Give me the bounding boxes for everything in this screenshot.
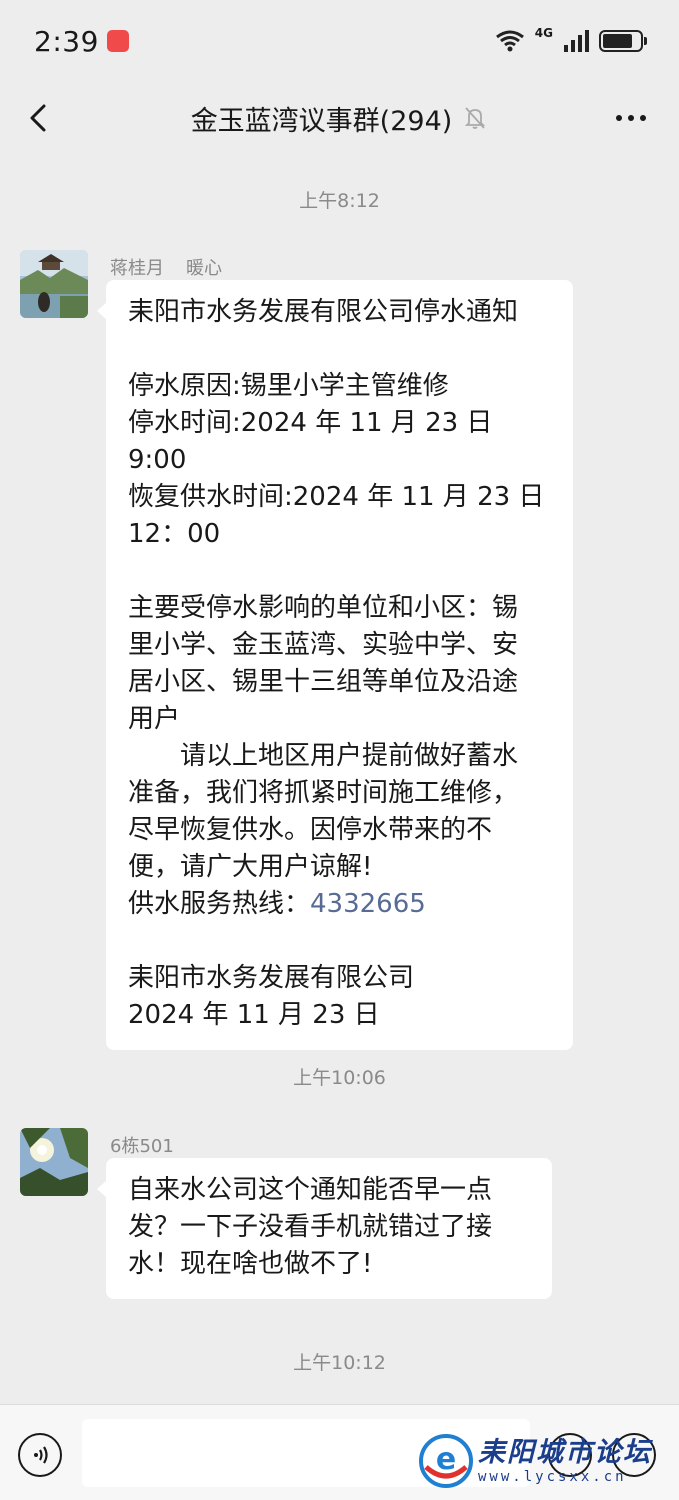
header-title-wrap: 金玉蓝湾议事群(294) [191, 99, 489, 138]
message-line: 尽早恢复供水。因停水带来的不 [128, 815, 493, 845]
watermark-logo: e 耒阳城市论坛 www.lycsxx.cn [418, 1428, 668, 1494]
message-line: 耒阳市水务发展有限公司停水通知 [128, 297, 519, 327]
message-timestamp: 上午10:06 [293, 1067, 386, 1089]
watermark-text: 耒阳城市论坛 www.lycsxx.cn [478, 1439, 652, 1484]
message-line: 里小学、金玉蓝湾、实验中学、安 [128, 630, 519, 660]
message-line: 主要受停水影响的单位和小区：锡 [128, 593, 519, 623]
voice-icon [34, 1446, 48, 1464]
hotline-label: 供水服务热线： [128, 889, 311, 919]
more-icon [616, 115, 622, 121]
message-line: 自来水公司这个通知能否早一点 [128, 1175, 493, 1205]
svg-text:e: e [436, 1442, 456, 1477]
back-arrow-icon[interactable] [22, 100, 58, 136]
message-line: 发？一下子没看手机就错过了接 [128, 1212, 493, 1242]
voice-input-button[interactable] [18, 1433, 62, 1477]
chat-header: 金玉蓝湾议事群(294) [0, 82, 679, 154]
status-right: 4G [495, 26, 647, 53]
message-line: 12：00 [128, 519, 221, 549]
mute-bell-icon [465, 107, 486, 129]
message-bubble[interactable]: 耒阳市水务发展有限公司停水通知 停水原因:锡里小学主管维修 停水时间:2024 … [97, 280, 573, 1050]
signal-icon [564, 30, 589, 52]
message-line: 停水原因:锡里小学主管维修 [128, 371, 449, 401]
app-notification-icon [106, 30, 129, 52]
more-icon-dot [628, 115, 634, 121]
message-line: 准备，我们将抓紧时间施工维修， [128, 778, 519, 808]
message-line: 用户 [128, 704, 181, 734]
signature-line: 耒阳市水务发展有限公司 [128, 963, 415, 993]
avatar[interactable] [20, 250, 88, 318]
status-left: 2:39 [34, 25, 129, 58]
avatar-sky-tree-image [20, 1128, 88, 1196]
message-line: 便，请广大用户谅解! [128, 852, 373, 882]
avatar[interactable] [20, 1128, 88, 1196]
watermark-url: www.lycsxx.cn [478, 1468, 627, 1485]
message-line: 居小区、锡里十三组等单位及沿途 [128, 667, 519, 697]
network-type: 4G [534, 26, 553, 40]
message-line: 水！现在啥也做不了! [128, 1249, 373, 1279]
forum-logo-icon: e [419, 1434, 473, 1488]
sender-label: 蒋桂月 暖心 [110, 254, 222, 280]
sender-name: 蒋桂月 [110, 258, 164, 279]
sender-name: 6栋501 [110, 1136, 174, 1157]
sender-note: 暖心 [186, 258, 222, 279]
chat-title: 金玉蓝湾议事群(294) [190, 105, 453, 137]
signature-line: 2024 年 11 月 23 日 [128, 1000, 380, 1030]
message-line: 停水时间:2024 年 11 月 23 日 9:00 [128, 408, 501, 475]
watermark-title: 耒阳城市论坛 [478, 1436, 652, 1468]
message-bubble[interactable]: 自来水公司这个通知能否早一点 发？一下子没看手机就错过了接 水！现在啥也做不了! [97, 1158, 552, 1299]
status-bar: 2:39 4G [0, 0, 679, 82]
more-icon-dot [640, 115, 646, 121]
message-line: 请以上地区用户提前做好蓄水 [128, 741, 519, 771]
more-options-button[interactable] [611, 104, 651, 132]
message-timestamp: 上午10:12 [293, 1352, 386, 1374]
battery-icon [599, 30, 647, 52]
message-line: 恢复供水时间:2024 年 11 月 23 日 [128, 482, 545, 512]
avatar-landscape-image [20, 250, 88, 318]
hotline-line: 供水服务热线：4332665 [128, 886, 553, 923]
status-time: 2:39 [34, 24, 99, 58]
wifi-icon [495, 30, 524, 52]
sender-label: 6栋501 [110, 1132, 174, 1158]
message-timestamp: 上午8:12 [299, 190, 380, 212]
hotline-phone-link[interactable]: 4332665 [310, 889, 426, 919]
